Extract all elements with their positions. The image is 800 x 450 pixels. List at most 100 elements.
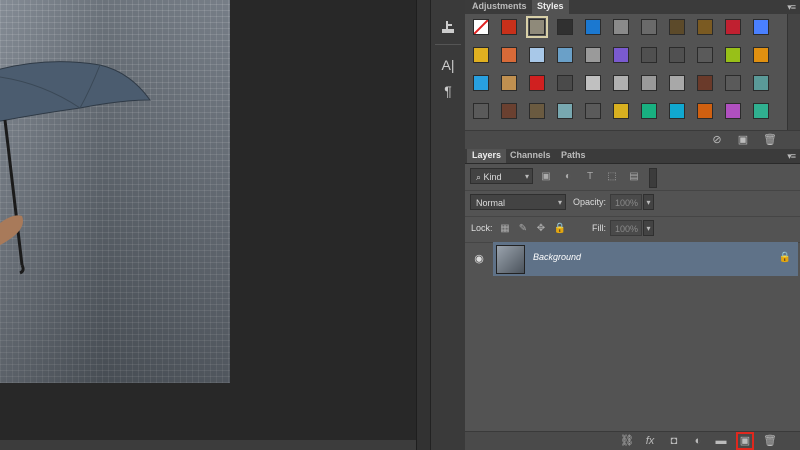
style-swatch[interactable] bbox=[501, 75, 517, 91]
style-swatch[interactable] bbox=[641, 75, 657, 91]
style-swatch[interactable] bbox=[613, 103, 629, 119]
style-swatch[interactable] bbox=[641, 19, 657, 35]
style-swatch[interactable] bbox=[725, 19, 741, 35]
new-style-icon[interactable]: ▣ bbox=[737, 134, 749, 146]
style-swatch[interactable] bbox=[753, 19, 769, 35]
blend-mode-dropdown[interactable]: Normal ▾ bbox=[470, 194, 566, 210]
style-swatch[interactable] bbox=[725, 103, 741, 119]
style-swatch[interactable] bbox=[473, 47, 489, 63]
style-swatch[interactable] bbox=[529, 75, 545, 91]
opacity-dropdown-button[interactable]: ▾ bbox=[643, 194, 654, 210]
fill-label: Fill: bbox=[592, 223, 606, 233]
lock-pixels-icon[interactable]: ✎ bbox=[516, 222, 530, 236]
history-panel-icon[interactable] bbox=[437, 16, 459, 38]
style-swatch[interactable] bbox=[613, 19, 629, 35]
document-canvas[interactable] bbox=[0, 0, 431, 450]
pixel-filter-icon[interactable]: ▣ bbox=[539, 170, 553, 184]
style-swatch[interactable] bbox=[557, 47, 573, 63]
layers-panel-menu-icon[interactable]: ▾≡ bbox=[787, 151, 796, 162]
style-swatch[interactable] bbox=[473, 103, 489, 119]
style-swatch[interactable] bbox=[697, 47, 713, 63]
tab-channels[interactable]: Channels bbox=[505, 149, 556, 163]
delete-layer-icon[interactable]: 🗑 bbox=[763, 435, 777, 447]
style-swatch[interactable] bbox=[585, 75, 601, 91]
type-filter-icon[interactable]: T bbox=[583, 170, 597, 184]
fill-input[interactable]: 100% bbox=[610, 220, 642, 236]
layer-style-fx-icon[interactable]: fx bbox=[644, 435, 656, 447]
style-swatch[interactable] bbox=[613, 47, 629, 63]
paragraph-panel-icon[interactable]: ¶ bbox=[437, 80, 459, 102]
style-swatch[interactable] bbox=[501, 103, 517, 119]
new-group-folder-icon[interactable]: ▬ bbox=[715, 435, 727, 447]
link-layers-icon[interactable]: ⛓ bbox=[620, 435, 634, 447]
style-swatch[interactable] bbox=[526, 16, 548, 38]
clear-style-icon[interactable]: ⊘ bbox=[711, 134, 723, 146]
chevron-down-icon: ▾ bbox=[557, 198, 562, 207]
blend-opacity-row: Normal ▾ Opacity: 100% ▾ bbox=[465, 190, 800, 217]
layers-footer-toolbar: ⛓ fx ◘ ◐ ▬ ▣ 🗑 bbox=[465, 431, 800, 450]
filter-toggle-switch[interactable] bbox=[649, 168, 657, 188]
style-swatch[interactable] bbox=[501, 19, 517, 35]
style-swatch[interactable] bbox=[529, 47, 545, 63]
lock-icon: 🔒 bbox=[778, 252, 791, 263]
adjustment-filter-icon[interactable]: ◐ bbox=[561, 170, 575, 184]
style-swatch[interactable] bbox=[641, 47, 657, 63]
style-swatch[interactable] bbox=[641, 103, 657, 119]
blend-mode-value: Normal bbox=[476, 198, 506, 208]
filter-kind-dropdown[interactable]: ⌕ Kind ▾ bbox=[470, 168, 533, 184]
layer-row-background[interactable]: Background 🔒 bbox=[493, 242, 798, 276]
lock-position-icon[interactable]: ✥ bbox=[534, 222, 548, 236]
right-panel-dock: Adjustments Styles ▾≡ ⊘ ▣ 🗑 Layers Chann… bbox=[465, 0, 800, 450]
style-swatch[interactable] bbox=[753, 103, 769, 119]
add-mask-icon[interactable]: ◘ bbox=[668, 435, 680, 447]
style-swatch[interactable] bbox=[669, 103, 685, 119]
style-swatch[interactable] bbox=[669, 19, 685, 35]
style-swatch[interactable] bbox=[753, 47, 769, 63]
style-swatch[interactable] bbox=[529, 103, 545, 119]
style-swatch[interactable] bbox=[557, 19, 573, 35]
horizontal-scrollbar[interactable] bbox=[0, 440, 416, 450]
panel-menu-icon[interactable]: ▾≡ bbox=[787, 2, 796, 13]
style-swatch[interactable] bbox=[697, 19, 713, 35]
style-swatch[interactable] bbox=[585, 19, 601, 35]
lock-transparent-icon[interactable]: ▦ bbox=[498, 222, 512, 236]
style-swatch[interactable] bbox=[501, 47, 517, 63]
no-style-swatch[interactable] bbox=[473, 19, 489, 35]
style-swatch[interactable] bbox=[669, 47, 685, 63]
vertical-scrollbar[interactable] bbox=[416, 0, 431, 450]
smart-object-filter-icon[interactable]: ▤ bbox=[627, 170, 641, 184]
opacity-label: Opacity: bbox=[573, 197, 607, 207]
style-swatch[interactable] bbox=[753, 75, 769, 91]
delete-style-icon[interactable]: 🗑 bbox=[763, 134, 777, 146]
new-layer-icon[interactable]: ▣ bbox=[736, 432, 754, 450]
style-swatch[interactable] bbox=[725, 47, 741, 63]
lock-label: Lock: bbox=[471, 223, 493, 233]
style-swatch[interactable] bbox=[725, 75, 741, 91]
style-swatch[interactable] bbox=[557, 103, 573, 119]
style-swatch[interactable] bbox=[697, 103, 713, 119]
tab-styles[interactable]: Styles bbox=[532, 0, 569, 14]
tab-paths[interactable]: Paths bbox=[556, 149, 591, 163]
layer-comps-icon bbox=[442, 21, 454, 33]
style-swatch[interactable] bbox=[557, 75, 573, 91]
chevron-down-icon: ▾ bbox=[524, 172, 529, 181]
style-swatch[interactable] bbox=[585, 103, 601, 119]
tab-layers[interactable]: Layers bbox=[467, 149, 507, 163]
character-panel-icon[interactable]: A| bbox=[437, 54, 459, 76]
style-swatch[interactable] bbox=[697, 75, 713, 91]
eye-icon[interactable]: ◉ bbox=[473, 253, 485, 265]
search-icon: ⌕ bbox=[476, 172, 484, 182]
style-swatch[interactable] bbox=[669, 75, 685, 91]
fill-dropdown-button[interactable]: ▾ bbox=[643, 220, 654, 236]
layer-thumbnail bbox=[496, 245, 525, 274]
opacity-input[interactable]: 100% bbox=[610, 194, 642, 210]
umbrella-figure bbox=[0, 61, 151, 275]
lock-all-icon[interactable]: 🔒 bbox=[553, 222, 567, 236]
style-swatch[interactable] bbox=[585, 47, 601, 63]
tab-adjustments[interactable]: Adjustments bbox=[467, 0, 532, 14]
shape-filter-icon[interactable]: ⬚ bbox=[605, 170, 619, 184]
styles-scrollbar[interactable] bbox=[787, 14, 800, 130]
style-swatch[interactable] bbox=[613, 75, 629, 91]
style-swatch[interactable] bbox=[473, 75, 489, 91]
adjustment-layer-icon[interactable]: ◐ bbox=[692, 435, 704, 447]
